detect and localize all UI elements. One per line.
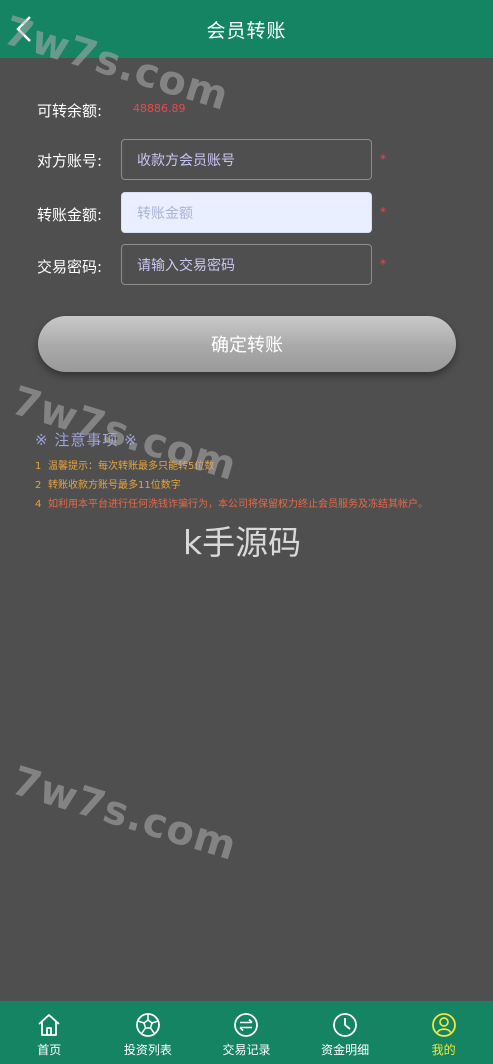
- tab-label: 投资列表: [123, 1043, 172, 1057]
- notice-item: 4 如利用本平台进行任何洗钱诈骗行为，本公司将保留权力终止会员服务及冻结其帐户。: [35, 496, 455, 514]
- transfer-arrows-icon: [234, 1013, 259, 1037]
- amount-label: 转账金额:: [37, 206, 103, 224]
- notice-text: 温馨提示：每次转账最多只能转5位数: [48, 461, 215, 472]
- balance-label: 可转余额:: [37, 102, 103, 120]
- required-mark: *: [380, 205, 386, 219]
- user-icon: [431, 1013, 456, 1037]
- notice-number: 1: [35, 461, 42, 472]
- notice-text: 转账收款方账号最多11位数字: [48, 480, 181, 491]
- tab-mine[interactable]: 我的: [394, 1001, 493, 1064]
- tab-transactions[interactable]: 交易记录: [197, 1001, 296, 1064]
- tab-fund-details[interactable]: 资金明细: [296, 1001, 395, 1064]
- amount-input[interactable]: 转账金额: [121, 192, 372, 233]
- password-label: 交易密码:: [37, 258, 103, 276]
- notice-number: 4: [35, 499, 42, 510]
- tab-home[interactable]: 首页: [0, 1001, 99, 1064]
- bottom-tab-bar: 首页 投资列表 交易记录 资金明细 我的: [0, 1001, 493, 1064]
- tab-label: 资金明细: [321, 1043, 370, 1057]
- required-mark: *: [380, 152, 386, 166]
- tab-label: 我的: [431, 1043, 456, 1057]
- tab-label: 交易记录: [222, 1043, 271, 1057]
- home-icon: [38, 1014, 60, 1036]
- chevron-left-icon[interactable]: [12, 14, 38, 44]
- tab-label: 首页: [37, 1043, 62, 1057]
- balance-value: 48886.89: [133, 102, 186, 115]
- notice-item: 1 温馨提示：每次转账最多只能转5位数: [35, 458, 455, 476]
- password-input[interactable]: 请输入交易密码: [121, 244, 372, 285]
- confirm-transfer-button[interactable]: 确定转账: [38, 316, 456, 372]
- notice-number: 2: [35, 480, 42, 491]
- app-header: 会员转账: [0, 0, 493, 58]
- clock-icon: [333, 1013, 357, 1037]
- soccer-ball-icon: [135, 1013, 160, 1037]
- page-title: 会员转账: [206, 19, 287, 42]
- required-mark: *: [380, 257, 386, 271]
- notice-item: 2 转账收款方账号最多11位数字: [35, 477, 455, 495]
- account-input[interactable]: 收款方会员账号: [121, 139, 372, 180]
- tab-investments[interactable]: 投资列表: [99, 1001, 198, 1064]
- account-label: 对方账号:: [37, 152, 103, 170]
- transfer-form: 可转余额: 48886.89 对方账号: 收款方会员账号 * 转账金额: 转账金…: [0, 58, 493, 1001]
- notice-list: 1 温馨提示：每次转账最多只能转5位数 2 转账收款方账号最多11位数字 4 如…: [35, 458, 455, 515]
- notice-title: ※ 注意事项 ※: [35, 431, 138, 449]
- notice-text: 如利用本平台进行任何洗钱诈骗行为，本公司将保留权力终止会员服务及冻结其帐户。: [48, 499, 428, 510]
